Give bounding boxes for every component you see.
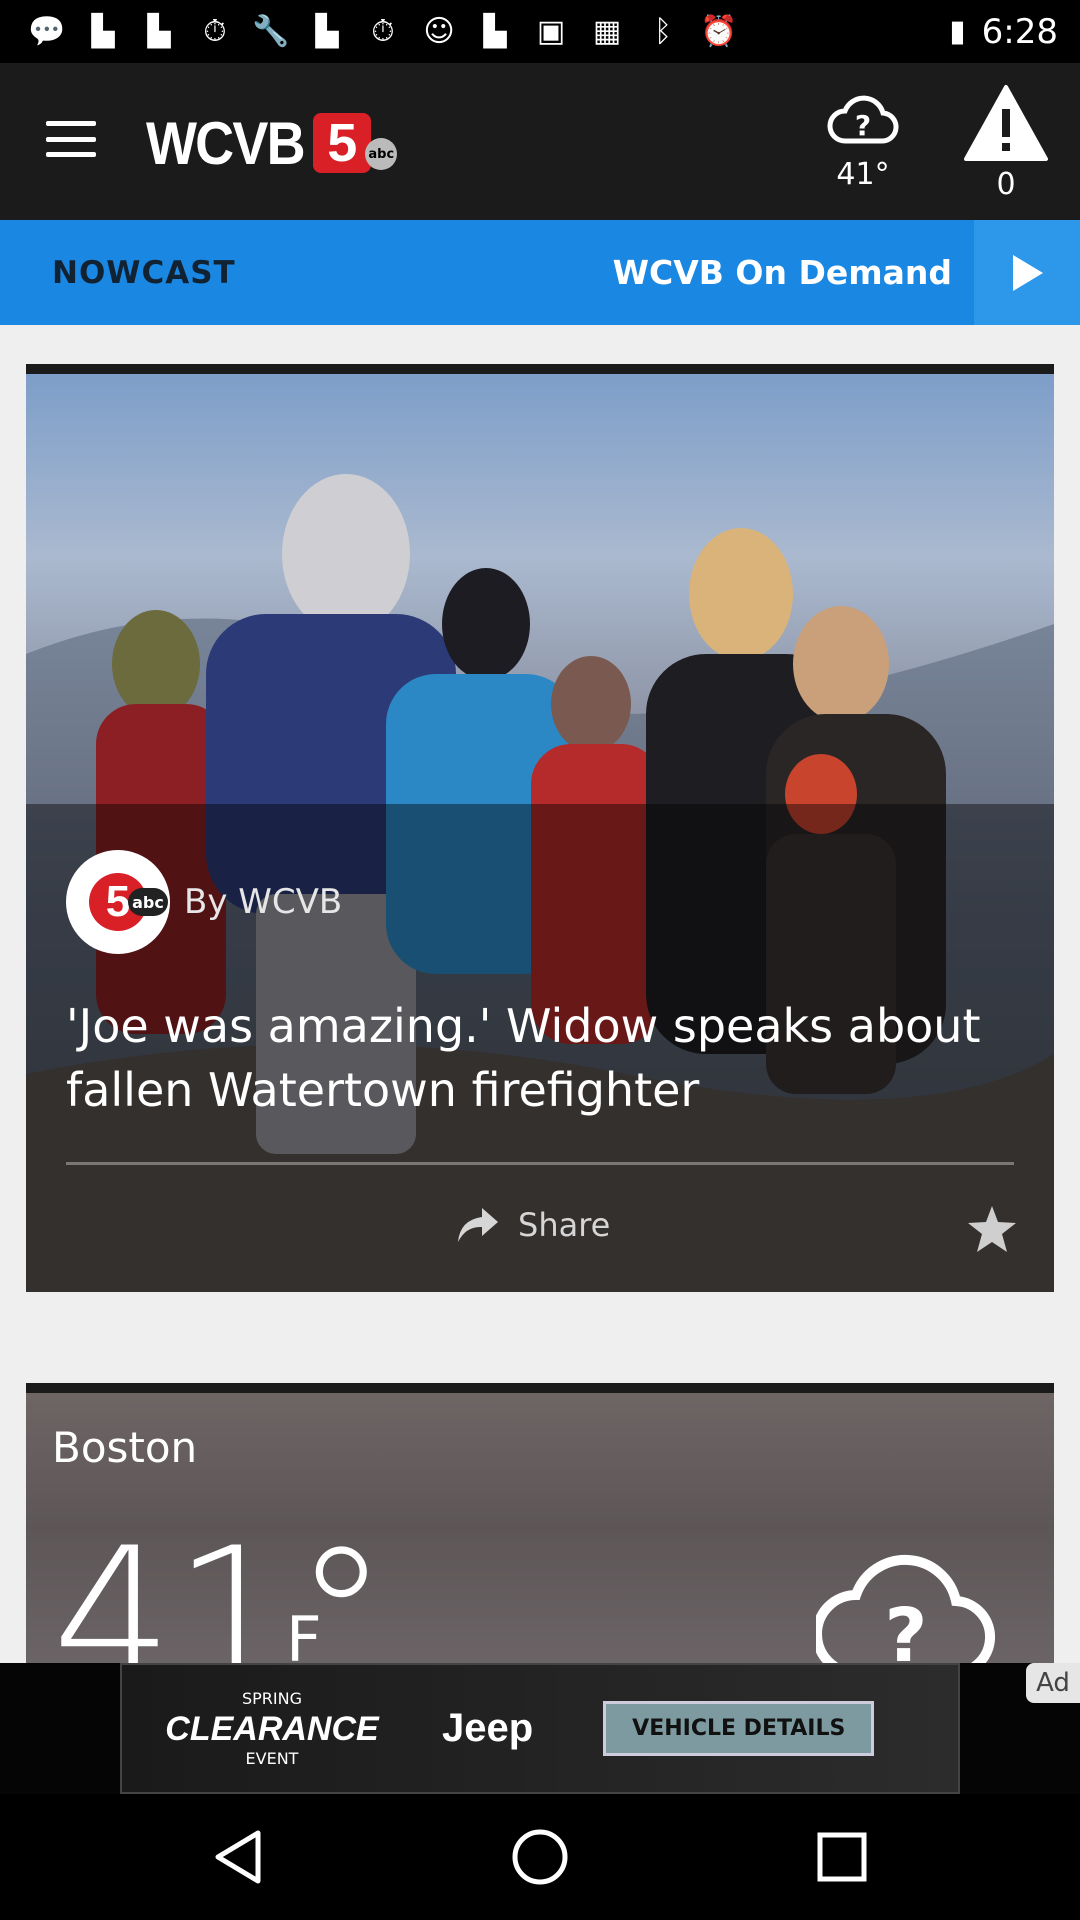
on-demand-link[interactable]: WCVB On Demand — [613, 220, 952, 325]
home-button[interactable] — [510, 1827, 570, 1887]
chat-icon: 💬 — [28, 14, 66, 49]
menu-icon — [46, 121, 96, 126]
ad-line2: CLEARANCE — [165, 1709, 379, 1748]
ad-banner[interactable]: SPRING CLEARANCE EVENT Jeep VEHICLE DETA… — [120, 1663, 960, 1794]
status-time: 6:28 — [981, 11, 1058, 52]
logo-abc: abc — [365, 138, 398, 170]
flipboard-icon: ▙ — [91, 14, 115, 49]
battery-icon: ▮ — [949, 14, 966, 49]
author-avatar: 5 abc — [66, 850, 170, 954]
ad-bar: SPRING CLEARANCE EVENT Jeep VEHICLE DETA… — [0, 1663, 1080, 1794]
bluetooth-icon: ᛒ — [654, 14, 672, 49]
stopwatch-icon: ⏱ — [203, 14, 227, 49]
qt-icon: ▣ — [536, 14, 566, 49]
nowcast-tab[interactable]: NOWCAST — [52, 220, 236, 325]
share-label: Share — [518, 1206, 611, 1244]
share-icon — [458, 1208, 498, 1242]
smiley-icon: ☺ — [423, 14, 455, 49]
menu-button[interactable] — [44, 115, 98, 163]
play-button[interactable] — [974, 220, 1080, 325]
header-temperature: 41° — [836, 157, 890, 192]
ad-line3: EVENT — [245, 1748, 299, 1768]
back-icon — [215, 1830, 261, 1884]
home-icon — [512, 1829, 568, 1885]
ad-event: SPRING CLEARANCE EVENT — [152, 1689, 392, 1769]
weather-card[interactable]: Boston 41° F ? — [26, 1383, 1054, 1663]
byline: 5 abc By WCVB — [66, 850, 342, 954]
ad-line1: SPRING — [241, 1688, 302, 1708]
star-icon — [968, 1206, 1016, 1252]
alarm-icon: ⏰ — [700, 14, 738, 49]
ad-label: Ad — [1026, 1663, 1080, 1703]
stopwatch-icon: ⏱ — [371, 14, 395, 49]
status-bar: 💬 ▙ ▙ ⏱ 🔧 ▙ ⏱ ☺ ▙ ▣ ▦ ᛒ ⏰ ▮ 6:28 — [0, 0, 1080, 63]
cloud-question-icon: ? — [827, 95, 899, 144]
flipboard-icon: ▙ — [147, 14, 171, 49]
app-icon: ▦ — [592, 14, 622, 49]
weather-temperature: 41° — [52, 1507, 389, 1664]
notification-icons: 💬 ▙ ▙ ⏱ 🔧 ▙ ⏱ ☺ ▙ ▣ ▦ ᛒ ⏰ — [0, 11, 740, 53]
back-button[interactable] — [208, 1827, 268, 1887]
wcvb-logo: WCVB 5 abc — [146, 107, 398, 179]
recents-icon — [817, 1832, 867, 1882]
recents-button[interactable] — [812, 1827, 872, 1887]
logo-number: 5 — [313, 113, 372, 173]
warning-icon — [964, 85, 1048, 161]
ad-brand: Jeep — [442, 1706, 534, 1750]
favorite-button[interactable] — [966, 1204, 1018, 1258]
story-headline[interactable]: 'Joe was amazing.' Widow speaks about fa… — [66, 994, 1016, 1122]
alerts-button[interactable]: 0 — [960, 83, 1052, 213]
weather-unit: F — [286, 1603, 322, 1663]
author-name: By WCVB — [184, 882, 343, 922]
cloud-question-icon: ? — [816, 1554, 996, 1663]
share-button[interactable]: Share — [456, 1206, 610, 1244]
alert-count: 0 — [996, 167, 1016, 202]
wrench-icon: 🔧 — [252, 14, 290, 49]
system-nav-bar — [0, 1794, 1080, 1920]
play-icon — [1013, 254, 1043, 291]
logo-text: WCVB — [146, 109, 306, 177]
story-card[interactable]: 5 abc By WCVB 'Joe was amazing.' Widow s… — [26, 364, 1054, 1292]
svg-text:?: ? — [885, 1593, 928, 1663]
ad-cta-button[interactable]: VEHICLE DETAILS — [603, 1701, 875, 1756]
svg-text:?: ? — [855, 109, 871, 142]
app-header: WCVB 5 abc ? 41° 0 — [0, 63, 1080, 220]
section-nav: NOWCAST WCVB On Demand — [0, 220, 1080, 325]
avatar-abc: abc — [128, 888, 168, 916]
flipboard-icon: ▙ — [483, 14, 507, 49]
flipboard-icon: ▙ — [315, 14, 339, 49]
weather-city: Boston — [52, 1423, 198, 1472]
card-divider — [66, 1162, 1014, 1165]
weather-button[interactable]: ? 41° — [818, 93, 908, 213]
